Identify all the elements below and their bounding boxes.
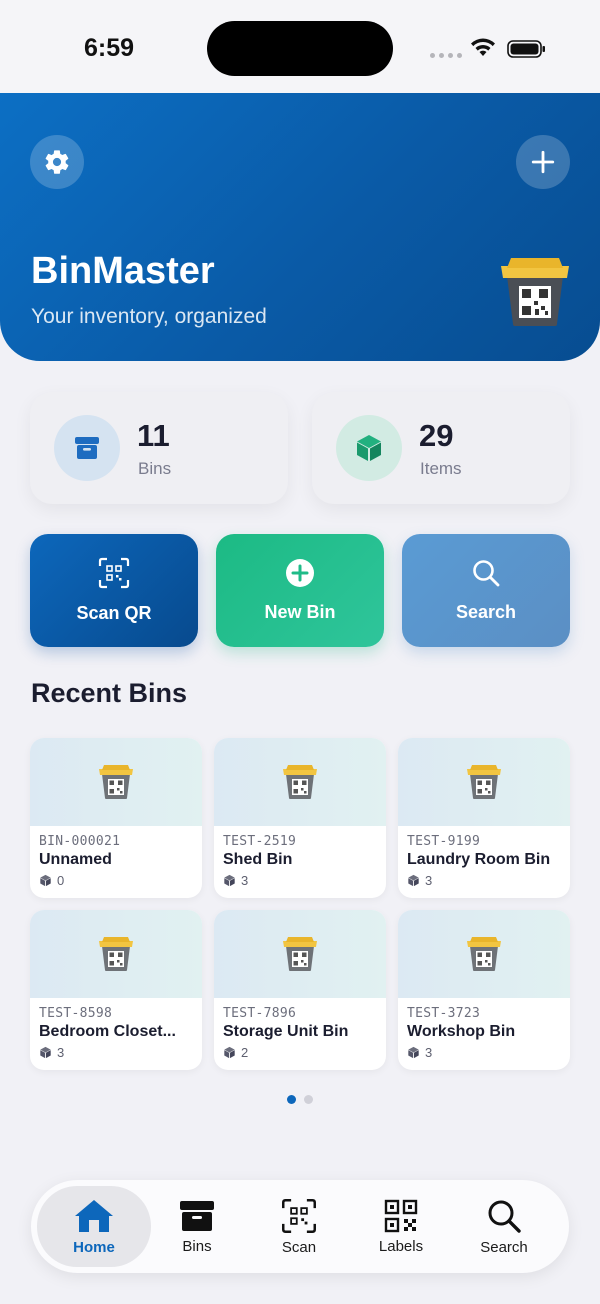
app-title: BinMaster — [31, 250, 215, 292]
bin-name: Unnamed — [39, 851, 112, 868]
bin-name: Workshop Bin — [407, 1023, 516, 1040]
bin-thumbnail — [30, 910, 202, 998]
bin-id: TEST-7896 — [223, 1006, 297, 1021]
bin-card[interactable]: TEST-3723 Workshop Bin 3 — [398, 910, 570, 1070]
home-icon — [75, 1199, 113, 1232]
search-label: Search — [455, 602, 517, 622]
bin-qr-icon — [467, 937, 501, 971]
qr-code-icon — [384, 1199, 418, 1232]
bin-name: Bedroom Closet... — [39, 1023, 176, 1040]
status-bar: 6:59 — [0, 0, 600, 94]
bin-count-value: 3 — [241, 873, 249, 888]
cube-icon — [40, 874, 51, 887]
tab-search-label: Search — [480, 1238, 528, 1256]
bin-qr-logo-icon — [501, 258, 569, 326]
bin-count-value: 0 — [57, 873, 65, 888]
bin-card[interactable]: BIN-000021 Unnamed 0 — [30, 738, 202, 898]
recent-bins-title: Recent Bins — [31, 678, 188, 708]
bin-qr-icon — [283, 937, 317, 971]
cube-icon — [336, 415, 402, 481]
bin-card[interactable]: TEST-7896 Storage Unit Bin 2 — [214, 910, 386, 1070]
search-button[interactable]: Search — [402, 534, 570, 647]
tab-bins[interactable]: Bins — [140, 1186, 254, 1267]
tab-home-label: Home — [73, 1238, 115, 1256]
bin-name: Storage Unit Bin — [223, 1023, 349, 1040]
plus-circle-icon — [286, 559, 314, 587]
bin-id: TEST-9199 — [407, 834, 481, 849]
qr-scan-icon — [282, 1198, 316, 1233]
bin-qr-icon — [99, 765, 133, 799]
items-count: 29 — [419, 418, 454, 453]
cube-icon — [408, 1046, 419, 1059]
bin-card[interactable]: TEST-9199 Laundry Room Bin 3 — [398, 738, 570, 898]
hero-header: BinMaster Your inventory, organized — [0, 93, 600, 361]
new-bin-label: New Bin — [264, 602, 336, 622]
bin-thumbnail — [214, 738, 386, 826]
stat-card-items[interactable]: 29 Items — [312, 392, 570, 504]
bin-id: TEST-3723 — [407, 1006, 481, 1021]
dynamic-island — [207, 21, 393, 76]
tab-search[interactable]: Search — [447, 1186, 561, 1267]
bin-card[interactable]: TEST-2519 Shed Bin 3 — [214, 738, 386, 898]
cube-icon — [40, 1046, 51, 1059]
bin-item-count: 3 — [407, 1045, 432, 1060]
stat-card-bins[interactable]: 11 Bins — [30, 392, 288, 504]
tab-home[interactable]: Home — [37, 1186, 151, 1267]
cube-icon — [224, 874, 235, 887]
bins-label: Bins — [138, 459, 172, 478]
bin-item-count: 3 — [223, 873, 248, 888]
plus-icon — [531, 150, 555, 174]
bin-id: TEST-2519 — [223, 834, 297, 849]
app-subtitle: Your inventory, organized — [31, 305, 267, 328]
page-dot-active[interactable] — [287, 1095, 296, 1104]
bin-thumbnail — [214, 910, 386, 998]
status-time: 6:59 — [84, 34, 135, 62]
scan-qr-button[interactable]: Scan QR — [30, 534, 198, 647]
tab-labels[interactable]: Labels — [344, 1186, 458, 1267]
bin-card[interactable]: TEST-8598 Bedroom Closet... 3 — [30, 910, 202, 1070]
bin-qr-icon — [283, 765, 317, 799]
magnifier-icon — [473, 560, 500, 587]
wifi-icon — [471, 38, 495, 56]
tab-scan[interactable]: Scan — [242, 1186, 356, 1267]
new-bin-button[interactable]: New Bin — [216, 534, 384, 647]
bin-qr-icon — [99, 937, 133, 971]
cellular-signal-icon — [430, 53, 462, 58]
page-dot[interactable] — [304, 1095, 313, 1104]
qr-scan-icon — [98, 557, 130, 589]
bin-id: TEST-8598 — [39, 1006, 113, 1021]
bin-item-count: 3 — [39, 1045, 64, 1060]
bin-thumbnail — [30, 738, 202, 826]
cube-icon — [408, 874, 419, 887]
bin-count-value: 3 — [57, 1045, 65, 1060]
settings-button[interactable] — [30, 135, 84, 189]
bin-item-count: 2 — [223, 1045, 248, 1060]
bin-count-value: 3 — [425, 873, 433, 888]
tab-bins-label: Bins — [182, 1237, 212, 1255]
bin-thumbnail — [398, 738, 570, 826]
battery-icon — [507, 40, 545, 58]
bin-count-value: 3 — [425, 1045, 433, 1060]
bins-count: 11 — [137, 418, 170, 453]
bin-name: Laundry Room Bin — [407, 851, 551, 868]
scan-qr-label: Scan QR — [76, 603, 152, 623]
tab-bar: Home Bins Scan Labels Search — [31, 1180, 569, 1273]
tab-labels-label: Labels — [378, 1237, 424, 1255]
bin-thumbnail — [398, 910, 570, 998]
bin-item-count: 0 — [39, 873, 64, 888]
tab-scan-label: Scan — [281, 1238, 317, 1256]
add-button[interactable] — [516, 135, 570, 189]
magnifier-icon — [488, 1200, 521, 1233]
archive-box-icon — [54, 415, 120, 481]
bin-count-value: 2 — [241, 1045, 249, 1060]
archive-box-icon — [180, 1200, 214, 1231]
bin-name: Shed Bin — [223, 851, 293, 868]
bin-qr-icon — [467, 765, 501, 799]
cube-icon — [224, 1046, 235, 1059]
items-label: Items — [420, 459, 462, 478]
gear-icon — [45, 150, 69, 174]
bin-item-count: 3 — [407, 873, 432, 888]
bin-id: BIN-000021 — [39, 834, 121, 849]
page-indicator[interactable] — [287, 1095, 313, 1104]
